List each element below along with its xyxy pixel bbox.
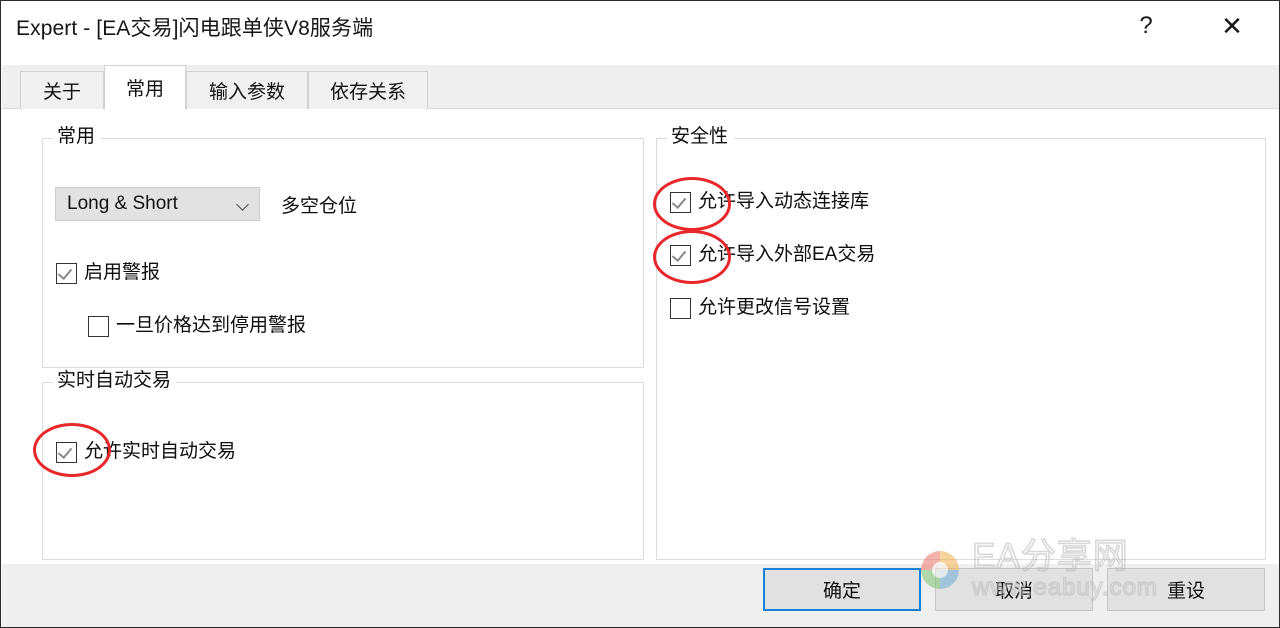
ok-button[interactable]: 确定: [763, 568, 921, 611]
checkbox-box: [670, 244, 691, 266]
tab-label: 输入参数: [208, 82, 285, 103]
reset-button[interactable]: 重设: [1107, 568, 1265, 611]
cancel-button[interactable]: 取消: [935, 568, 1093, 611]
help-button[interactable]: ?: [1117, 1, 1175, 51]
tab-panel-common: 常用 Long & Short 多空仓位 启用警报 一旦价格达到停用警报 实时自…: [19, 109, 1266, 564]
dialog-footer: 确定 取消 重设: [2, 564, 1279, 627]
reset-button-label: 重设: [1166, 581, 1205, 602]
checkbox-label: 一旦价格达到停用警报: [116, 315, 307, 336]
window-title: Expert - [EA交易]闪电跟单侠V8服务端: [16, 17, 374, 40]
group-common: 常用 Long & Short 多空仓位 启用警报 一旦价格达到停用警报: [42, 126, 644, 368]
tab-label: 常用: [125, 79, 164, 100]
question-mark-icon: ?: [1139, 12, 1153, 39]
checkbox-enable-alert[interactable]: 启用警报: [56, 262, 160, 284]
position-mode-caption: 多空仓位: [281, 195, 358, 217]
checkbox-allow-live-auto-trading[interactable]: 允许实时自动交易: [56, 441, 236, 463]
close-icon: ✕: [1221, 11, 1243, 41]
tab-strip: 关于 常用 输入参数 依存关系: [2, 65, 1279, 110]
checkbox-allow-external-ea-imports[interactable]: 允许导入外部EA交易: [670, 244, 875, 266]
checkbox-box: [670, 297, 691, 319]
tab-label: 关于: [42, 82, 81, 103]
chevron-down-icon: [237, 200, 250, 208]
tab-label: 依存关系: [329, 82, 406, 103]
tab-input-parameters[interactable]: 输入参数: [186, 71, 308, 109]
title-bar: Expert - [EA交易]闪电跟单侠V8服务端 ? ✕: [1, 1, 1279, 57]
position-mode-select[interactable]: Long & Short: [55, 187, 260, 221]
checkbox-label: 允许导入动态连接库: [698, 191, 870, 212]
close-button[interactable]: ✕: [1203, 1, 1261, 51]
checkbox-label: 允许更改信号设置: [698, 297, 851, 318]
group-security-legend: 安全性: [667, 126, 735, 148]
cancel-button-label: 取消: [994, 581, 1033, 602]
checkbox-box: [670, 191, 691, 213]
position-mode-value: Long & Short: [67, 193, 178, 214]
group-realtime-legend: 实时自动交易: [53, 370, 178, 392]
checkbox-box: [56, 262, 77, 284]
ok-button-label: 确定: [822, 581, 861, 602]
checkbox-disable-alert-on-price[interactable]: 一旦价格达到停用警报: [88, 315, 306, 337]
checkbox-allow-dll-imports[interactable]: 允许导入动态连接库: [670, 191, 869, 213]
checkbox-box: [56, 441, 77, 463]
group-realtime-auto-trading: 实时自动交易 允许实时自动交易: [42, 370, 644, 560]
group-security: 安全性 允许导入动态连接库 允许导入外部EA交易 允许更改信号设置: [656, 126, 1266, 560]
checkbox-label: 启用警报: [84, 262, 161, 283]
position-mode-row: Long & Short 多空仓位: [55, 187, 357, 221]
checkbox-allow-modify-signal-settings[interactable]: 允许更改信号设置: [670, 297, 850, 319]
tab-about[interactable]: 关于: [20, 71, 104, 109]
expert-properties-dialog: Expert - [EA交易]闪电跟单侠V8服务端 ? ✕ 关于 常用 输入参数…: [0, 0, 1280, 628]
checkbox-label: 允许导入外部EA交易: [698, 244, 876, 265]
tab-common[interactable]: 常用: [104, 65, 186, 110]
checkbox-label: 允许实时自动交易: [84, 441, 237, 462]
group-common-legend: 常用: [53, 126, 102, 148]
tab-dependencies[interactable]: 依存关系: [308, 71, 428, 109]
checkbox-box: [88, 315, 109, 337]
